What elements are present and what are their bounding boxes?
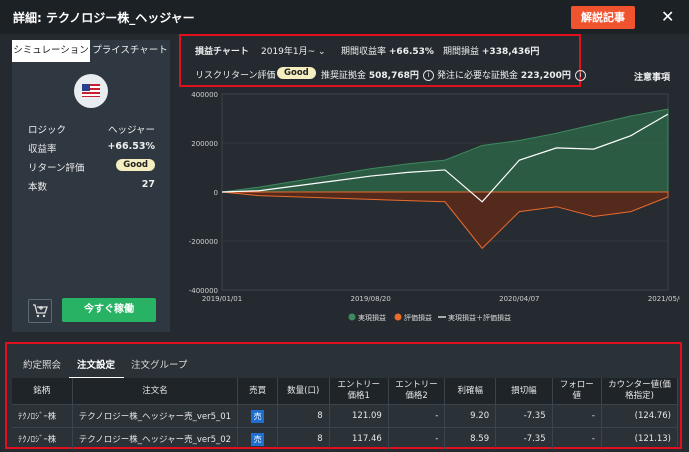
cell-symbol: ﾃｸﾉﾛｼﾞｰ株	[12, 427, 73, 450]
logic-label: ロジック	[28, 125, 67, 136]
cell-entry1: 117.46	[329, 427, 389, 450]
x-tick-label: 2019/01/01	[202, 295, 242, 303]
cell-side: 売	[237, 404, 278, 428]
cell-entry2: -	[388, 404, 446, 428]
cell-counter: (121.13)	[601, 427, 679, 450]
cell-entry1: 121.09	[329, 404, 389, 428]
required-margin: 発注に必要な証拠金 223,200円 i	[437, 68, 586, 81]
period-return: 期間収益率 +66.53%	[341, 47, 434, 57]
notice-link[interactable]: 注意事項	[634, 70, 670, 83]
col-counter: カウンター値(価格指定)	[601, 378, 679, 405]
cell-counter: (124.76)	[601, 404, 679, 428]
recommended-margin: 推奨証拠金 508,768円 i	[321, 68, 434, 81]
cell-stop-loss: -7.35	[495, 427, 553, 450]
table-header: 銘柄 注文名 売買 数量(口) エントリー価格1 エントリー価格2 利確幅 損切…	[12, 378, 679, 405]
x-tick-label: 2019/08/20	[350, 295, 390, 303]
pl-chart-label: 損益チャート	[195, 47, 249, 57]
cell-qty: 8	[277, 404, 330, 428]
cell-qty: 8	[277, 427, 330, 450]
count-value: 27	[141, 179, 155, 190]
return-rating-badge: Good	[116, 159, 155, 171]
close-icon[interactable]: ✕	[661, 7, 674, 26]
cell-take-profit: 9.20	[444, 404, 497, 428]
y-tick-label: 200000	[191, 140, 218, 148]
cart-button[interactable]	[28, 299, 52, 323]
tab-price-chart[interactable]: プライスチャート	[90, 40, 170, 62]
article-button[interactable]: 解説記事	[571, 6, 635, 29]
period-profit: 期間損益 +338,436円	[443, 47, 540, 57]
x-tick-label: 2020/04/07	[499, 295, 539, 303]
us-flag-icon	[74, 74, 108, 108]
simulation-panel: シミュレーション プライスチャート ロジック ヘッジャー 収益率 +66.53%…	[12, 40, 170, 332]
period-select[interactable]: 2019年1月~ ⌄	[261, 44, 326, 57]
return-rating-label: リターン評価	[28, 163, 85, 174]
return-value: +66.53%	[107, 141, 155, 152]
col-stop-loss: 損切幅	[495, 378, 553, 405]
tab-order-groups[interactable]: 注文グループ	[131, 357, 187, 371]
y-tick-label: 0	[214, 189, 218, 197]
cell-order-name: テクノロジー株_ヘッジャー売_ver5_01	[72, 404, 239, 428]
col-take-profit: 利確幅	[444, 378, 497, 405]
risk-return-badge: Good	[277, 67, 316, 79]
y-tick-label: -400000	[189, 287, 218, 295]
legend-label: 評価損益	[404, 313, 432, 322]
dialog-header: 詳細: テクノロジー株_ヘッジャー 解説記事 ✕	[0, 0, 689, 34]
legend-label: 実現損益	[358, 313, 386, 322]
legend-marker	[394, 313, 402, 321]
col-entry1: エントリー価格1	[329, 378, 389, 405]
cell-side: 売	[237, 427, 278, 450]
summary-box: 損益チャート 2019年1月~ ⌄ 期間収益率 +66.53% 期間損益 +33…	[179, 34, 586, 87]
col-symbol: 銘柄	[12, 378, 73, 405]
x-tick-label: 2021/05/09	[648, 295, 680, 303]
tab-order-settings[interactable]: 注文設定	[77, 357, 115, 371]
risk-return-label: リスクリターン評価	[195, 71, 276, 81]
tab-simulation[interactable]: シミュレーション	[12, 40, 90, 62]
pl-chart: 400000 200000 0 -200000 -4000002019/01/01 201…	[189, 91, 680, 322]
chevron-down-icon: ⌄	[318, 47, 326, 57]
legend-marker	[348, 313, 356, 321]
cart-icon	[33, 304, 48, 318]
info-icon[interactable]: i	[574, 70, 586, 81]
col-order-name: 注文名	[72, 378, 239, 405]
legend-label: 実現損益＋評価損益	[448, 313, 511, 322]
col-entry2: エントリー価格2	[388, 378, 446, 405]
col-qty: 数量(口)	[277, 378, 330, 405]
count-label: 本数	[28, 182, 48, 193]
table-row[interactable]: ﾃｸﾉﾛｼﾞｰ株 テクノロジー株_ヘッジャー売_ver5_01 売 8 121.…	[12, 404, 679, 428]
cell-follow: -	[552, 404, 602, 428]
table-row[interactable]: ﾃｸﾉﾛｼﾞｰ株 テクノロジー株_ヘッジャー売_ver5_02 売 8 117.…	[12, 427, 679, 450]
return-label: 収益率	[28, 144, 57, 155]
cell-take-profit: 8.59	[444, 427, 497, 450]
y-tick-label: 400000	[191, 91, 218, 99]
cell-symbol: ﾃｸﾉﾛｼﾞｰ株	[12, 404, 73, 428]
info-icon[interactable]: i	[422, 70, 434, 81]
detail-dialog: 詳細: テクノロジー株_ヘッジャー 解説記事 ✕ シミュレーション プライスチャ…	[0, 0, 689, 452]
orders-panel: 約定照会 注文設定 注文グループ 銘柄 注文名 売買 数量(口) エントリー価格…	[5, 342, 682, 450]
cell-order-name: テクノロジー株_ヘッジャー売_ver5_02	[72, 427, 239, 450]
cell-entry2: -	[388, 427, 446, 450]
y-tick-label: -200000	[189, 238, 218, 246]
start-now-button[interactable]: 今すぐ稼働	[62, 298, 156, 322]
dialog-title: 詳細: テクノロジー株_ヘッジャー	[13, 11, 195, 25]
col-side: 売買	[237, 378, 278, 405]
orders-table: 銘柄 注文名 売買 数量(口) エントリー価格1 エントリー価格2 利確幅 損切…	[12, 378, 679, 450]
tab-executions[interactable]: 約定照会	[23, 357, 61, 371]
cell-follow: -	[552, 427, 602, 450]
logic-value: ヘッジャー	[107, 125, 155, 136]
col-follow: フォロー値	[552, 378, 602, 405]
cell-stop-loss: -7.35	[495, 404, 553, 428]
